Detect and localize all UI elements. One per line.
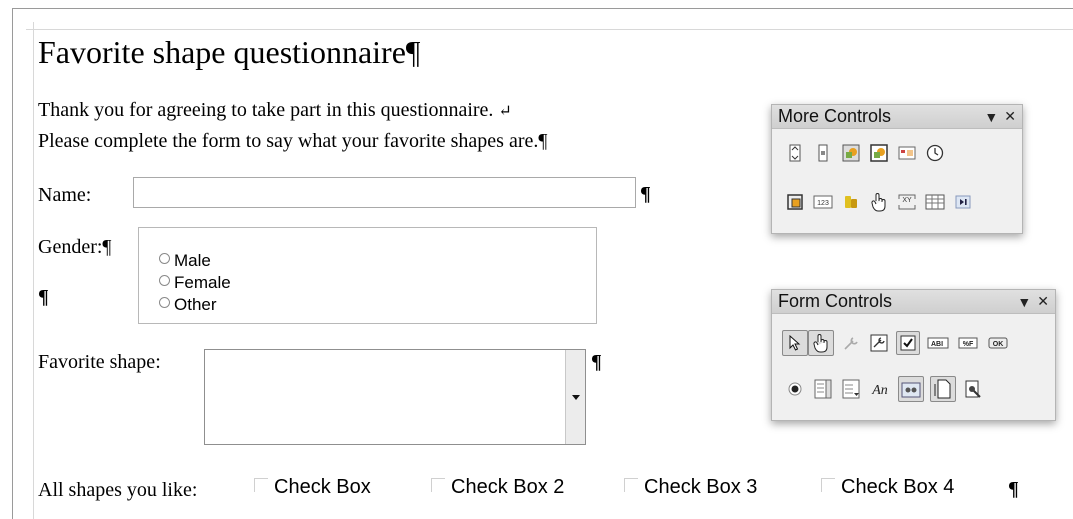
pilcrow-mark: ¶ [38, 286, 49, 308]
close-icon[interactable]: ✕ [1037, 293, 1049, 310]
favorite-shape-listbox[interactable] [204, 349, 586, 445]
select-icon[interactable] [782, 330, 808, 356]
text-boundary-top [26, 29, 1073, 30]
currency-field-icon[interactable] [840, 191, 862, 213]
text-box-text: ABI [931, 341, 943, 348]
formatted-field-text: %F [963, 341, 974, 348]
radio-option-other[interactable]: Other [159, 295, 217, 315]
menu-arrow-icon[interactable]: ▼ [1017, 294, 1031, 310]
pilcrow-mark: ¶ [1008, 478, 1019, 500]
pilcrow-mark: ¶ [640, 183, 651, 205]
checkbox-icon[interactable] [431, 478, 445, 492]
text-box-icon[interactable]: ABI [926, 332, 950, 354]
chevron-down-icon [572, 395, 580, 400]
radio-option-male[interactable]: Male [159, 251, 211, 271]
option-button-icon[interactable] [784, 378, 806, 400]
name-label: Name: [38, 184, 92, 206]
table-control-icon[interactable] [924, 191, 946, 213]
favorite-shape-label: Favorite shape: [38, 351, 161, 373]
close-icon[interactable]: ✕ [1004, 108, 1016, 125]
checkbox-icon[interactable] [821, 478, 835, 492]
form-controls-toolbar: Form Controls ▼ ✕ ABI %F OK An [771, 289, 1056, 421]
date-field-icon[interactable] [896, 142, 918, 164]
activate-wizards-icon[interactable] [962, 378, 984, 400]
radio-option-female[interactable]: Female [159, 273, 231, 293]
formatted-field-text: XY [902, 197, 912, 204]
checkbox-icon[interactable] [896, 331, 920, 355]
more-controls-toolbar: More Controls ▼ ✕ 123 XY [771, 104, 1023, 234]
radio-button-icon[interactable] [159, 274, 170, 286]
formatted-field-icon[interactable]: XY [896, 191, 918, 213]
scrollbar-icon[interactable] [812, 142, 834, 164]
pilcrow-mark: ¶ [591, 351, 602, 373]
numeric-field-text: 123 [817, 200, 829, 207]
image-control-icon[interactable] [868, 142, 890, 164]
image-button-icon[interactable] [840, 142, 862, 164]
design-mode-icon[interactable] [808, 330, 834, 356]
all-shapes-label: All shapes you like: [38, 479, 198, 501]
menu-arrow-icon[interactable]: ▼ [984, 109, 998, 125]
formatted-field-icon[interactable]: %F [956, 332, 980, 354]
control-properties-icon[interactable] [840, 332, 862, 354]
push-button-text: OK [993, 341, 1004, 348]
more-controls-titlebar[interactable]: More Controls ▼ ✕ [772, 105, 1022, 129]
label-field-text: An [871, 383, 888, 397]
gender-option-group: Male Female Other [138, 227, 597, 324]
page-edge-left [12, 8, 13, 519]
pattern-field-icon[interactable] [868, 191, 890, 213]
checkbox-1[interactable]: Check Box [254, 476, 371, 498]
page-edge-top [12, 8, 1073, 9]
gender-label: Gender:¶ [38, 236, 112, 258]
spin-button-icon[interactable] [784, 142, 806, 164]
group-box-icon[interactable] [898, 376, 924, 402]
checkbox-icon[interactable] [624, 478, 638, 492]
intro-line-1: Thank you for agreeing to take part in t… [38, 99, 512, 121]
time-field-icon[interactable] [924, 142, 946, 164]
numeric-field-icon[interactable]: 123 [812, 191, 834, 213]
label-field-icon[interactable]: An [868, 378, 892, 400]
checkbox-4[interactable]: Check Box 4 [821, 476, 954, 498]
line-break-mark: ↵ [498, 103, 512, 120]
combo-box-icon[interactable] [840, 378, 862, 400]
radio-button-icon[interactable] [159, 252, 170, 264]
checkbox-3[interactable]: Check Box 3 [624, 476, 757, 498]
radio-button-icon[interactable] [159, 296, 170, 308]
name-field[interactable] [133, 177, 636, 208]
navigation-bar-icon[interactable] [784, 191, 806, 213]
text-boundary-left [33, 22, 34, 519]
checkbox-2[interactable]: Check Box 2 [431, 476, 564, 498]
dropdown-button[interactable] [565, 350, 585, 444]
form-design-icon[interactable] [868, 332, 890, 354]
checkbox-icon[interactable] [254, 478, 268, 492]
page-title: Favorite shape questionnaire¶ [38, 34, 421, 70]
list-box-icon[interactable] [812, 378, 834, 400]
form-controls-titlebar[interactable]: Form Controls ▼ ✕ [772, 290, 1055, 314]
form-navigator-icon[interactable] [930, 376, 956, 402]
navigation-end-icon[interactable] [952, 191, 974, 213]
push-button-icon[interactable]: OK [986, 332, 1010, 354]
intro-line-2: Please complete the form to say what you… [38, 130, 548, 152]
